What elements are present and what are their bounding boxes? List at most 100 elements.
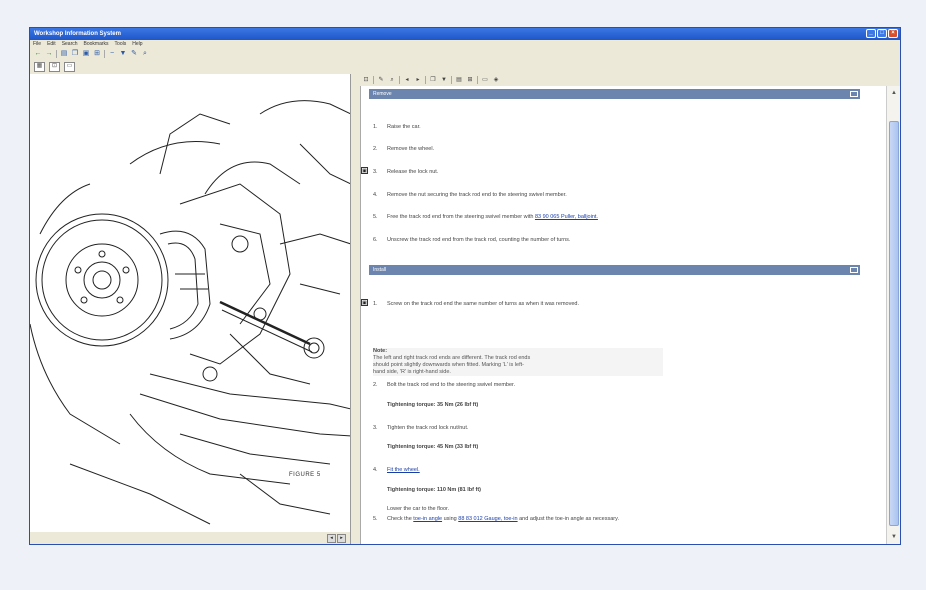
step-text: Screw on the track rod end the same numb… (387, 301, 579, 307)
remove-step: 3. Release the lock nut. (373, 169, 438, 175)
step-number: 5. (373, 214, 378, 220)
install-step: 5. Check the toe-in angle using 88 83 012… (373, 516, 619, 522)
minimize-button[interactable]: _ (866, 29, 876, 38)
edit-icon[interactable]: ✎ (130, 50, 138, 58)
step-number: 1. (373, 124, 378, 130)
step-number: 2. (373, 382, 378, 388)
step-number: 6. (373, 237, 378, 243)
doc-print-icon[interactable]: ▤ (455, 76, 463, 84)
doc-find-icon[interactable]: ⌕ (388, 76, 396, 84)
remove-step: 2. Remove the wheel. (373, 146, 434, 152)
find-icon[interactable]: ⌕ (141, 50, 149, 58)
toolbar-separator (104, 50, 105, 58)
back-arrow-icon[interactable]: ← (34, 50, 42, 58)
install-step: Lower the car to the floor. (387, 506, 449, 512)
image-toolbar: ▦ ⊡ ▭ (30, 61, 351, 73)
image-print-icon[interactable]: ▦ (34, 62, 45, 72)
print-icon[interactable]: ▤ (60, 50, 68, 58)
section-header-install[interactable]: Install (369, 265, 860, 275)
step-text: Release the lock nut. (387, 169, 439, 175)
scroll-left-icon[interactable]: ◂ (327, 534, 336, 543)
document-toolbar: ⊡ ✎ ⌕ ◂ ▸ ❐ ▼ ▤ ⊞ ▭ ◈ (360, 74, 882, 85)
window-title: Workshop Information System (34, 31, 121, 37)
doc-next-icon[interactable]: ▸ (414, 76, 422, 84)
print-preview-icon[interactable]: ▣ (82, 50, 90, 58)
vertical-scrollbar[interactable]: ▲ ▼ (886, 86, 900, 544)
toolbar-separator (399, 75, 400, 84)
scroll-down-icon[interactable]: ▼ (889, 532, 899, 542)
doc-prev-icon[interactable]: ◂ (403, 76, 411, 84)
doc-back-icon[interactable]: ⊡ (362, 76, 370, 84)
doc-filter-icon[interactable]: ▼ (440, 76, 448, 84)
scroll-right-icon[interactable]: ▸ (337, 534, 346, 543)
step-text: Check the (387, 516, 414, 522)
menu-help[interactable]: Help (132, 40, 142, 48)
remove-step: 5. Free the track rod end from the steeri… (373, 214, 598, 220)
doc-copy-icon[interactable]: ❐ (429, 76, 437, 84)
step-number: 1. (373, 301, 378, 307)
menu-edit[interactable]: Edit (47, 40, 56, 48)
doc-zoom-icon[interactable]: ⊞ (466, 76, 474, 84)
install-step: 1. Screw on the track rod end the same nu… (373, 301, 579, 307)
forward-arrow-icon[interactable]: → (45, 50, 53, 58)
main-toolbar: ← → ▤ ❐ ▣ ⊞ − ▼ ✎ ⌕ (30, 48, 900, 60)
tool-link[interactable]: 88 83 012 Gauge, toe-in (458, 516, 517, 522)
figure-link-icon[interactable]: ▣ (361, 167, 368, 174)
step-number: 4. (373, 192, 378, 198)
install-step: 2. Bolt the track rod end to the steering… (373, 382, 515, 388)
filter-icon[interactable]: ▼ (119, 50, 127, 58)
menu-search[interactable]: Search (62, 40, 78, 48)
step-number: 3. (373, 169, 378, 175)
application-window: Workshop Information System _ □ × File E… (29, 27, 901, 545)
section-title: Remove (373, 91, 392, 97)
torque-spec: Tightening torque: 35 Nm (26 lbf ft) (387, 402, 479, 408)
torque-spec: Tightening torque: 45 Nm (33 lbf ft) (387, 444, 479, 450)
note-title: Note: (373, 348, 388, 354)
image-fit-icon[interactable]: ▭ (64, 62, 75, 72)
step-number: 5. (373, 516, 378, 522)
toolbar-separator (56, 50, 57, 58)
doc-bookmark-icon[interactable]: ◈ (492, 76, 500, 84)
remove-step: 4. Remove the nut securing the track rod … (373, 192, 567, 198)
zoom-icon[interactable]: ⊞ (93, 50, 101, 58)
remove-step: 1. Raise the car. (373, 124, 421, 130)
step-text: and adjust the toe-in angle as necessary… (517, 516, 619, 522)
install-step: 3. Tighten the track rod lock nut/nut. (373, 425, 468, 431)
illustration-pane: FIGURE 5 (30, 74, 351, 532)
step-text: Free the track rod end from the steering… (387, 214, 535, 220)
remove-step: 6. Unscrew the track rod end from the tra… (373, 237, 570, 243)
note-box: Note: The left and right track rod ends … (373, 348, 663, 376)
menu-tools[interactable]: Tools (115, 40, 127, 48)
doc-page-icon[interactable]: ▭ (481, 76, 489, 84)
section-header-remove[interactable]: Remove (369, 89, 860, 99)
step-text: Lower the car to the floor. (387, 506, 450, 512)
toolbar-separator (451, 75, 452, 84)
tool-link[interactable]: 83 90 065 Puller, balljoint. (535, 214, 598, 220)
menu-bookmarks[interactable]: Bookmarks (84, 40, 109, 48)
menu-file[interactable]: File (33, 40, 41, 48)
steering-illustration (30, 100, 350, 525)
menu-bar: File Edit Search Bookmarks Tools Help (30, 40, 900, 48)
figure-label: FIGURE 5 (289, 472, 321, 478)
figure-link-icon[interactable]: ▣ (361, 299, 368, 306)
section-collapse-icon[interactable] (850, 267, 858, 273)
torque-spec: Tightening torque: 110 Nm (81 lbf ft) (387, 487, 482, 493)
toolbar-separator (425, 75, 426, 84)
minus-icon[interactable]: − (108, 50, 116, 58)
scroll-up-icon[interactable]: ▲ (889, 88, 899, 98)
note-line: should point slightly downwards when fit… (373, 362, 524, 368)
step-text: Tighten the track rod lock nut/nut. (387, 425, 469, 431)
scrollbar-thumb[interactable] (889, 121, 899, 526)
copy-icon[interactable]: ❐ (71, 50, 79, 58)
image-zoom-icon[interactable]: ⊡ (49, 62, 60, 72)
document-pane: Remove 1. Raise the car. 2. Remove the whe… (360, 86, 886, 544)
close-button[interactable]: × (888, 29, 898, 38)
procedure-link[interactable]: Fit the wheel. (387, 467, 420, 473)
title-bar: Workshop Information System _ □ × (30, 28, 900, 40)
section-collapse-icon[interactable] (850, 91, 858, 97)
step-number: 4. (373, 467, 378, 473)
step-text: Raise the car. (387, 124, 421, 130)
doc-edit-icon[interactable]: ✎ (377, 76, 385, 84)
maximize-button[interactable]: □ (877, 29, 887, 38)
procedure-link[interactable]: toe-in angle (413, 516, 442, 522)
